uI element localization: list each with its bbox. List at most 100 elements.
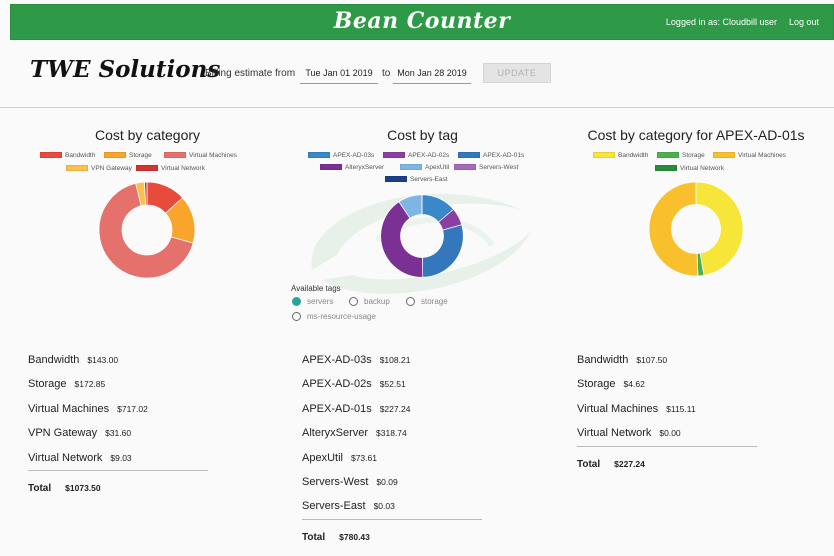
legend-label: Servers-West [479, 164, 519, 171]
legend-item-virtual-network[interactable]: Virtual Network [655, 165, 724, 172]
available-tags-title: Available tags [291, 284, 341, 293]
legend-label: Bandwidth [65, 152, 96, 159]
cost-name: Servers-West [302, 476, 369, 488]
company-name: TWE Solutions [30, 56, 221, 83]
cost-row-virtual-machines: Virtual Machines $115.11 [577, 399, 696, 417]
radio-unselected-icon [292, 312, 301, 322]
cost-value: $172.85 [74, 379, 106, 390]
legend-swatch [657, 152, 679, 159]
cost-value: $318.74 [376, 428, 407, 439]
cost-value: $31.60 [105, 428, 132, 439]
tag-radio-backup[interactable]: backup [349, 297, 390, 307]
legend-item-virtual-machines[interactable]: Virtual Machines [713, 152, 786, 159]
cost-value: $115.11 [666, 403, 696, 414]
legend-swatch [458, 152, 480, 159]
cost-name: Storage [28, 378, 67, 391]
legend-label: Virtual Machines [189, 152, 237, 159]
legend-cost-by-category: Bandwidth Storage Virtual Machines VPN Gate… [40, 152, 260, 178]
cost-name: VPN Gateway [28, 427, 98, 440]
cost-row-apex-ad-02s: APEX-AD-02s $52.51 [302, 374, 406, 392]
total-divider [28, 470, 208, 471]
legend-label: APEX-AD-03s [333, 152, 375, 159]
cost-row-virtual-network: Virtual Network $9.03 [28, 448, 132, 466]
donut-slice-bandwidth[interactable] [695, 181, 744, 276]
total-value: $780.43 [339, 531, 370, 542]
legend-swatch [400, 164, 422, 171]
legend-item-apex-ad-02s[interactable]: APEX-AD-02s [383, 152, 449, 159]
to-label: to [382, 68, 391, 79]
cost-value: $143.00 [87, 355, 119, 365]
tag-label: backup [364, 297, 390, 306]
cost-row-servers-west: Servers-West $0.09 [302, 472, 398, 490]
legend-label: Virtual Machines [738, 152, 786, 159]
legend-item-servers-west[interactable]: Servers-West [454, 164, 518, 171]
legend-item-virtual-network[interactable]: Virtual Network [136, 165, 205, 172]
end-date-input[interactable] [393, 62, 471, 84]
cost-name: Virtual Machines [28, 402, 110, 415]
legend-swatch [164, 152, 186, 159]
legend-item-apex-ad-01s[interactable]: APEX-AD-01s [458, 152, 524, 159]
tag-radio-storage[interactable]: storage [406, 297, 448, 307]
start-date-input[interactable] [300, 62, 378, 84]
legend-item-bandwidth[interactable]: Bandwidth [593, 152, 648, 159]
legend-swatch [104, 152, 126, 159]
tag-radio-servers[interactable]: servers [292, 297, 334, 307]
donut-slice-virtual-machines[interactable] [648, 181, 699, 277]
legend-swatch [713, 152, 735, 159]
cost-list-category-apex: Bandwidth $107.50 Storage $4.62 Virtual Mach… [577, 350, 777, 480]
legend-item-storage[interactable]: Storage [657, 152, 705, 159]
radio-unselected-icon [406, 297, 415, 307]
cost-row-storage: Storage $4.62 [577, 374, 645, 392]
top-app-bar: Bean Counter Logged in as: Cloudbill use… [10, 4, 834, 40]
legend-item-bandwidth[interactable]: Bandwidth [40, 152, 95, 159]
cost-name: Bandwidth [28, 354, 80, 366]
tag-label: servers [307, 297, 334, 306]
cost-row-bandwidth: Bandwidth $143.00 [28, 350, 118, 368]
billing-estimate-label: Billing estimate from [205, 68, 296, 79]
radio-unselected-icon [349, 297, 358, 307]
cost-name: Servers-East [302, 500, 366, 513]
donut-chart-cost-by-category [98, 181, 196, 279]
donut-chart-cost-by-tag [380, 194, 464, 278]
cost-row-apex-ad-03s: APEX-AD-03s $108.21 [302, 350, 410, 368]
total-value: $227.24 [614, 458, 645, 469]
legend-cost-by-category-apex: Bandwidth Storage Virtual Machines Virtual … [593, 152, 803, 178]
legend-item-servers-east[interactable]: Servers-East [385, 176, 448, 183]
legend-label: APEX-AD-01s [483, 152, 525, 159]
cost-value: $9.03 [110, 452, 132, 463]
cost-row-apex-ad-01s: APEX-AD-01s $227.24 [302, 399, 410, 417]
cost-row-servers-east: Servers-East $0.03 [302, 496, 395, 514]
cost-row-alteryxserver: AlteryxServer $318.74 [302, 423, 407, 441]
update-button[interactable]: UPDATE [483, 63, 551, 83]
cost-list-tag: APEX-AD-03s $108.21 APEX-AD-02s $52.51 APEX-… [302, 350, 502, 550]
legend-item-virtual-machines[interactable]: Virtual Machines [164, 152, 237, 159]
legend-item-storage[interactable]: Storage [104, 152, 152, 159]
legend-cost-by-tag: APEX-AD-03s APEX-AD-02s APEX-AD-01s Alteryx… [308, 152, 543, 188]
logout-link[interactable]: Log out [789, 17, 819, 27]
legend-swatch [383, 152, 405, 159]
total-row: Total $780.43 [302, 527, 370, 545]
legend-swatch [655, 165, 677, 172]
donut-slice-apex-ad-01s[interactable] [422, 224, 464, 278]
cost-value: $0.09 [376, 477, 398, 487]
legend-swatch [593, 152, 615, 159]
cost-row-vpn-gateway: VPN Gateway $31.60 [28, 423, 131, 441]
tag-label: ms-resource-usage [307, 312, 376, 321]
legend-label: Bandwidth [618, 152, 649, 159]
cost-name: APEX-AD-01s [302, 402, 372, 415]
tag-radio-ms-resource-usage[interactable]: ms-resource-usage [292, 312, 376, 322]
cost-value: $0.00 [659, 428, 681, 439]
total-row: Total $1073.50 [28, 478, 101, 496]
legend-swatch [136, 165, 158, 172]
legend-swatch [320, 164, 342, 171]
cost-list-category: Bandwidth $143.00 Storage $172.85 Virtual Ma… [28, 350, 228, 500]
total-divider [577, 445, 757, 447]
legend-item-apex-ad-03s[interactable]: APEX-AD-03s [308, 152, 374, 159]
billing-header: TWE Solutions Billing estimate from to U… [0, 48, 834, 108]
legend-item-apexutil[interactable]: ApexUtil [400, 164, 449, 171]
legend-item-vpn-gateway[interactable]: VPN Gateway [66, 165, 132, 172]
donut-chart-cost-by-category-apex [648, 181, 744, 277]
cost-name: AlteryxServer [302, 427, 369, 440]
legend-item-alteryxserver[interactable]: AlteryxServer [320, 164, 384, 171]
cost-name: Virtual Network [577, 427, 652, 440]
